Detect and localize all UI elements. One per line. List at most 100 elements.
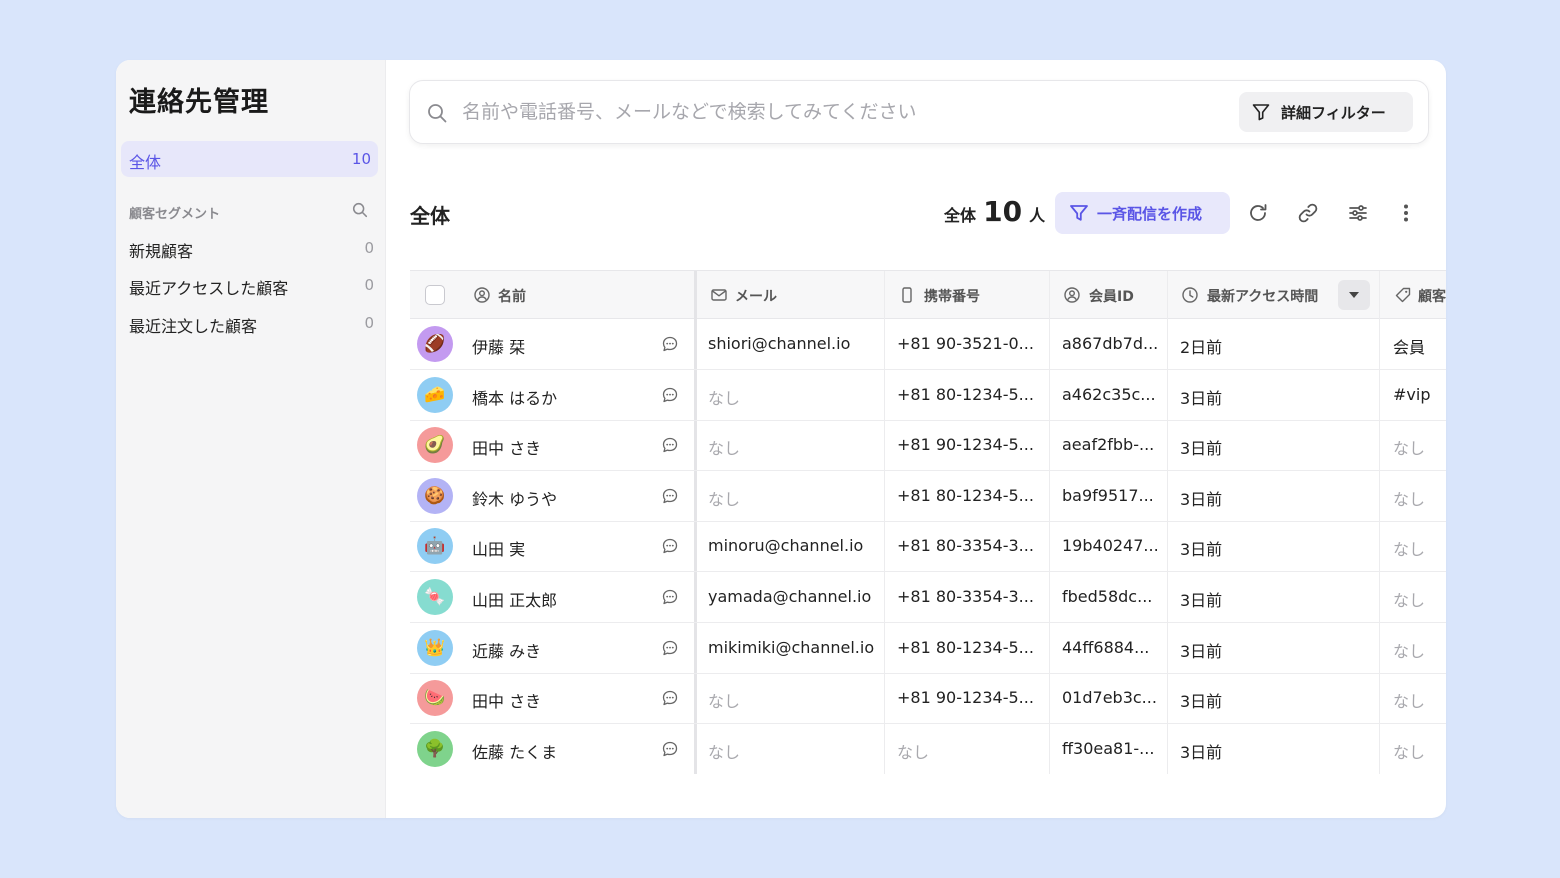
email-cell: なし xyxy=(708,388,741,408)
phone-cell: +81 80-3354-3... xyxy=(897,536,1034,556)
table-row[interactable]: 🤖 山田 実 minoru@channel.io +81 80-3354-3... 19… xyxy=(410,521,1446,573)
last-access-cell: 2日前 xyxy=(1180,338,1223,357)
section-title: 全体 xyxy=(410,204,450,228)
advanced-filter-button[interactable]: 詳細フィルター xyxy=(1239,92,1413,132)
customer-tag-cell: なし xyxy=(1393,489,1426,509)
chat-icon[interactable] xyxy=(661,335,679,353)
avatar: 🤖 xyxy=(417,528,453,565)
phone-cell: なし xyxy=(897,742,930,762)
filter-icon xyxy=(1252,104,1270,121)
email-cell: shiori@channel.io xyxy=(708,334,851,353)
column-header-label: 顧客 xyxy=(1418,289,1446,305)
member-id-cell: aeaf2fbb-... xyxy=(1062,435,1155,455)
customer-tag-cell: なし xyxy=(1393,439,1426,459)
member-id-cell: 01d7eb3c... xyxy=(1062,688,1157,708)
customer-tag-cell: #vip xyxy=(1393,384,1431,404)
sidebar-item-all[interactable]: 全体 10 xyxy=(121,141,378,177)
sidebar-item-new-customers[interactable]: 新規顧客 0 xyxy=(129,238,374,262)
app-title: 連絡先管理 xyxy=(129,87,269,118)
last-access-cell: 3日前 xyxy=(1180,591,1223,610)
segment-search-icon[interactable] xyxy=(351,201,369,219)
broadcast-filter-icon xyxy=(1070,205,1088,221)
sidebar-item-recent-access[interactable]: 最近アクセスした顧客 0 xyxy=(129,275,374,299)
last-access-cell: 3日前 xyxy=(1180,742,1223,762)
table-row[interactable]: 🍬 山田 正太郎 yamada@channel.io +81 80-3354-3...… xyxy=(410,572,1446,623)
member-icon xyxy=(1064,287,1080,303)
email-cell: なし xyxy=(708,489,741,509)
email-cell: なし xyxy=(708,439,741,459)
sidebar-item-label: 最近アクセスした顧客 xyxy=(129,279,289,298)
settings-sliders-icon[interactable] xyxy=(1346,201,1370,225)
count-prefix: 全体 xyxy=(944,206,977,225)
contact-name: 橋本 はるか xyxy=(472,388,558,408)
broadcast-button-label: 一斉配信を作成 xyxy=(1097,205,1203,223)
chat-icon[interactable] xyxy=(661,740,679,758)
avatar: 🥑 xyxy=(417,427,453,464)
sidebar-item-recent-order[interactable]: 最近注文した顧客 0 xyxy=(129,313,374,337)
chat-icon[interactable] xyxy=(661,386,679,404)
avatar: 🧀 xyxy=(417,376,453,413)
last-access-cell: 3日前 xyxy=(1180,692,1223,712)
avatar: 👑 xyxy=(417,629,453,666)
chat-icon[interactable] xyxy=(661,487,679,505)
sidebar-item-count: 0 xyxy=(364,239,374,257)
segment-header: 顧客セグメント xyxy=(129,207,221,222)
avatar: 🌳 xyxy=(417,730,453,767)
customer-tag-cell: 会員 xyxy=(1393,338,1426,357)
chat-icon[interactable] xyxy=(661,537,679,555)
clock-icon xyxy=(1182,287,1198,303)
table-row[interactable]: 🍪 鈴木 ゆうや なし +81 80-1234-5... ba9f9517... 3日前 な… xyxy=(410,471,1446,522)
phone-cell: +81 80-1234-5... xyxy=(897,485,1034,505)
customer-tag-cell: なし xyxy=(1393,742,1426,762)
member-id-cell: a867db7d... xyxy=(1062,334,1159,353)
table-row[interactable]: 🏈 伊藤 栞 shiori@channel.io +81 90-3521-0... a8… xyxy=(410,319,1446,370)
customer-tag-cell: なし xyxy=(1393,641,1426,661)
chat-icon[interactable] xyxy=(661,436,679,454)
contact-count: 全体 10 人 xyxy=(944,195,1045,229)
refresh-icon[interactable] xyxy=(1246,201,1270,225)
sidebar-item-count: 0 xyxy=(364,314,374,332)
last-access-cell: 3日前 xyxy=(1180,489,1223,509)
email-cell: mikimiki@channel.io xyxy=(708,637,875,657)
search-icon xyxy=(428,104,447,123)
chat-icon[interactable] xyxy=(661,689,679,707)
contact-name: 伊藤 栞 xyxy=(472,338,526,357)
column-header-label: 会員ID xyxy=(1089,289,1134,305)
email-cell: yamada@channel.io xyxy=(708,587,872,606)
contact-name: 佐藤 たくま xyxy=(472,742,558,762)
sidebar-item-label: 全体 xyxy=(129,153,162,172)
contacts-table: 名前 メール 携帯番号 会員ID 最新アクセス時間 顧客 🏈 伊藤 栞 shio… xyxy=(410,270,1446,774)
contact-name: 近藤 みき xyxy=(472,641,542,661)
column-header-label: メール xyxy=(735,289,777,305)
column-header-label: 名前 xyxy=(498,289,526,305)
customer-tag-cell: なし xyxy=(1393,540,1426,560)
table-row[interactable]: 🥑 田中 さき なし +81 90-1234-5... aeaf2fbb-... 3日前 な… xyxy=(410,420,1446,472)
column-header-label: 最新アクセス時間 xyxy=(1207,289,1319,305)
phone-cell: +81 80-1234-5... xyxy=(897,384,1034,404)
count-suffix: 人 xyxy=(1029,206,1046,225)
sort-dropdown-button[interactable] xyxy=(1338,280,1370,310)
chat-icon[interactable] xyxy=(661,639,679,657)
avatar: 🍉 xyxy=(417,680,453,717)
customer-tag-cell: なし xyxy=(1393,692,1426,712)
search-input[interactable] xyxy=(462,97,1162,127)
count-number: 10 xyxy=(983,195,1023,228)
phone-cell: +81 80-1234-5... xyxy=(897,637,1034,657)
table-row[interactable]: 🌳 佐藤 たくま なし なし ff30ea81-... 3日前 なし xyxy=(410,724,1446,774)
create-broadcast-button[interactable]: 一斉配信を作成 xyxy=(1055,192,1230,234)
more-options-icon[interactable] xyxy=(1394,201,1418,225)
select-all-checkbox[interactable] xyxy=(425,285,445,305)
contacts-window: 連絡先管理 全体 10 顧客セグメント 新規顧客 0 最近アクセスした顧客 0 … xyxy=(116,60,1446,818)
sidebar-item-count: 10 xyxy=(351,150,371,168)
main-content: 詳細フィルター 全体 全体 10 人 一斉配信を作成 xyxy=(387,60,1446,818)
sidebar: 連絡先管理 全体 10 顧客セグメント 新規顧客 0 最近アクセスした顧客 0 … xyxy=(116,60,386,818)
phone-cell: +81 90-1234-5... xyxy=(897,688,1034,708)
customer-tag-cell: なし xyxy=(1393,591,1426,610)
avatar: 🏈 xyxy=(417,326,453,362)
table-row[interactable]: 🧀 橋本 はるか なし +81 80-1234-5... a462c35c... 3日前 #… xyxy=(410,370,1446,421)
link-icon[interactable] xyxy=(1296,201,1320,225)
table-row[interactable]: 🍉 田中 さき なし +81 90-1234-5... 01d7eb3c... 3日前 なし xyxy=(410,673,1446,725)
table-row[interactable]: 👑 近藤 みき mikimiki@channel.io +81 80-1234-5..… xyxy=(410,623,1446,674)
avatar: 🍪 xyxy=(417,477,453,514)
chat-icon[interactable] xyxy=(661,588,679,606)
